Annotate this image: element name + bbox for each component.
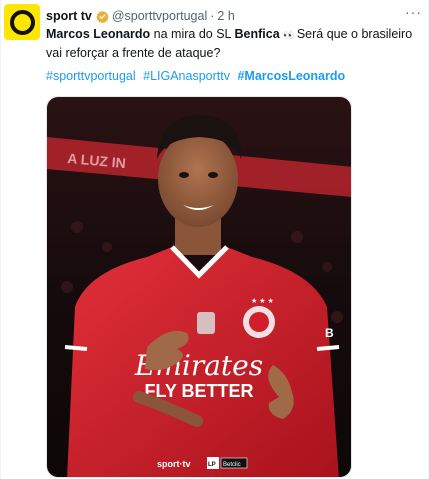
hashtag-link[interactable]: #LIGAnasporttv xyxy=(143,69,230,83)
player-name: Marcos Leonardo xyxy=(46,27,151,41)
tweet-card[interactable]: sport tv @sporttvportugal · 2 h ··· Marc… xyxy=(0,0,429,479)
sponsor-line-2: FLY BETTER xyxy=(144,381,253,401)
partner-1-text: LP xyxy=(208,462,216,468)
timestamp[interactable]: 2 h xyxy=(217,8,234,24)
svg-text:★ ★ ★: ★ ★ ★ xyxy=(251,297,274,305)
tweet-text: Marcos Leonardo na mira do SL Benfica 👀 … xyxy=(46,25,418,62)
handle[interactable]: @sporttvportugal xyxy=(112,8,207,24)
tweet-media-image[interactable]: A LUZ IN ★ ★ ★ Emirates FLY BETTER B spo… xyxy=(46,96,352,478)
sleeve-badge-icon xyxy=(197,312,215,334)
hashtag-link[interactable]: #sporttvportugal xyxy=(46,69,136,83)
sporttv-footer-logo: sport·tv xyxy=(157,459,191,469)
sporttv-logo-icon xyxy=(9,9,35,35)
player-photo: A LUZ IN ★ ★ ★ Emirates FLY BETTER B spo… xyxy=(47,97,351,477)
partner-2-text: Betclic xyxy=(223,462,241,468)
gold-verified-badge-icon xyxy=(96,10,109,23)
more-options-icon[interactable]: ··· xyxy=(405,5,422,19)
avatar[interactable] xyxy=(4,4,40,40)
display-name[interactable]: sport tv xyxy=(46,8,92,24)
shirt-letter: B xyxy=(325,326,334,340)
hashtag-link[interactable]: #MarcosLeonardo xyxy=(237,69,345,83)
text-mid: na mira do SL xyxy=(150,27,235,41)
tweet-header: sport tv @sporttvportugal · 2 h xyxy=(46,8,235,24)
hashtags: #sporttvportugal #LIGAnasporttv #MarcosL… xyxy=(46,69,349,83)
club-name: Benfica xyxy=(234,27,280,41)
separator-dot: · xyxy=(210,9,215,23)
player-head xyxy=(158,131,238,227)
eyes-emoji-icon: 👀 xyxy=(283,30,294,40)
